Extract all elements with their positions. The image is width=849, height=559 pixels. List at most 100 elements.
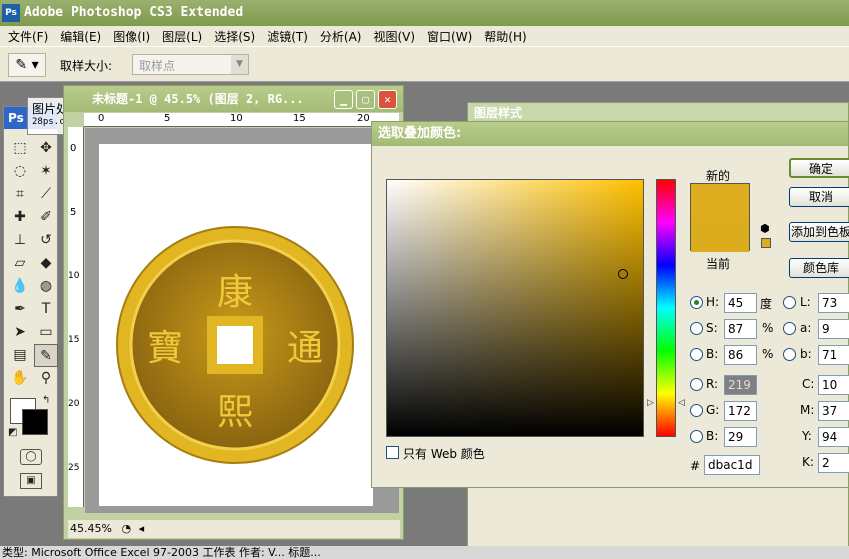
- web-colors-only-label: 只有 Web 颜色: [403, 447, 485, 461]
- options-bar: ✎ ▾ 取样大小: 取样点 ▼: [0, 46, 849, 82]
- scroll-left-icon[interactable]: ◂: [139, 522, 145, 535]
- menu-image[interactable]: 图像(I): [107, 28, 156, 45]
- menu-view[interactable]: 视图(V): [367, 28, 421, 45]
- ruler-tick-label: 20: [68, 399, 80, 409]
- path-selection-tool-icon[interactable]: ➤: [8, 321, 32, 344]
- close-button[interactable]: ✕: [378, 90, 397, 109]
- brush-tool-icon[interactable]: ✐: [34, 206, 58, 229]
- hue-radio[interactable]: [690, 296, 703, 309]
- green-label: G:: [706, 403, 720, 417]
- screen-mode-icon[interactable]: ▣: [20, 473, 42, 489]
- hex-input[interactable]: dbac1d: [704, 455, 760, 475]
- green-radio[interactable]: [690, 404, 703, 417]
- maximize-button[interactable]: ▢: [356, 90, 375, 109]
- sample-size-select[interactable]: 取样点 ▼: [132, 54, 249, 75]
- menu-layer[interactable]: 图层(L): [156, 28, 208, 45]
- menu-select[interactable]: 选择(S): [208, 28, 261, 45]
- color-libraries-button[interactable]: 颜色库: [789, 258, 849, 278]
- menu-window[interactable]: 窗口(W): [421, 28, 478, 45]
- red-radio[interactable]: [690, 378, 703, 391]
- zoom-tool-icon[interactable]: ⚲: [34, 367, 58, 390]
- lasso-tool-icon[interactable]: ◌: [8, 160, 32, 183]
- ruler-tick-label: 10: [68, 271, 80, 281]
- lab-a-radio[interactable]: [783, 322, 796, 335]
- magic-wand-tool-icon[interactable]: ✶: [34, 160, 58, 183]
- type-tool-icon[interactable]: T: [34, 298, 58, 321]
- saturation-radio[interactable]: [690, 322, 703, 335]
- menu-help[interactable]: 帮助(H): [478, 28, 532, 45]
- slice-tool-icon[interactable]: ⟋: [34, 183, 58, 206]
- healing-brush-tool-icon[interactable]: ✚: [8, 206, 32, 229]
- brightness-radio[interactable]: [690, 348, 703, 361]
- cyan-input[interactable]: 10: [818, 375, 849, 395]
- web-safe-swatch[interactable]: [761, 238, 771, 248]
- ruler-tick-label: 25: [68, 463, 80, 473]
- color-field-cursor[interactable]: [618, 269, 628, 279]
- pen-tool-icon[interactable]: ✒: [8, 298, 32, 321]
- hue-slider-right-arrow-icon[interactable]: ◁: [678, 398, 685, 408]
- hue-slider-left-arrow-icon[interactable]: ▷: [647, 398, 654, 408]
- eyedropper-tool-icon[interactable]: ✎: [34, 344, 58, 367]
- default-colors-icon[interactable]: ◩: [8, 427, 17, 438]
- lab-b-radio[interactable]: [783, 348, 796, 361]
- menu-filter[interactable]: 滤镜(T): [261, 28, 314, 45]
- add-to-swatches-button[interactable]: 添加到色板: [789, 222, 849, 242]
- move-tool-icon[interactable]: ✥: [34, 137, 58, 160]
- gamut-cube-icon[interactable]: ⬢: [760, 222, 770, 235]
- menu-file[interactable]: 文件(F): [2, 28, 54, 45]
- brightness-input[interactable]: 86: [724, 345, 757, 365]
- new-color-label: 新的: [706, 169, 731, 183]
- history-brush-tool-icon[interactable]: ↺: [34, 229, 58, 252]
- blur-tool-icon[interactable]: 💧: [8, 275, 32, 298]
- ruler-tick-label: 10: [230, 113, 243, 124]
- quick-mask-icon[interactable]: ◯: [20, 449, 42, 465]
- lab-l-input[interactable]: 73: [818, 293, 849, 313]
- yellow-input[interactable]: 94: [818, 427, 849, 447]
- coin-artwork: 康 熙 寶 通: [116, 226, 354, 464]
- ok-button[interactable]: 确定: [789, 158, 849, 178]
- ruler-tick-label: 15: [68, 335, 80, 345]
- green-input[interactable]: 172: [724, 401, 757, 421]
- eraser-tool-icon[interactable]: ▱: [8, 252, 32, 275]
- black-label: K:: [802, 455, 814, 469]
- lab-a-input[interactable]: 9: [818, 319, 849, 339]
- zoom-level[interactable]: 45.45%: [70, 522, 112, 535]
- black-input[interactable]: 2: [818, 453, 849, 473]
- status-info-icon[interactable]: ◔: [121, 522, 131, 535]
- menu-analysis[interactable]: 分析(A): [314, 28, 368, 45]
- notes-tool-icon[interactable]: ▤: [8, 344, 32, 367]
- eyedropper-tool-preset[interactable]: ✎ ▾: [8, 53, 46, 77]
- hue-slider[interactable]: [656, 179, 676, 437]
- current-color-label: 当前: [706, 257, 731, 271]
- background-color-swatch[interactable]: [22, 409, 48, 435]
- coin-char-left: 寶: [147, 328, 183, 369]
- dodge-tool-icon[interactable]: ◍: [34, 275, 58, 298]
- red-input[interactable]: 219: [724, 375, 757, 395]
- document-canvas[interactable]: 康 熙 寶 通: [99, 144, 373, 506]
- color-field[interactable]: [386, 179, 644, 437]
- swap-colors-icon[interactable]: ↰: [42, 395, 50, 406]
- lab-b-input[interactable]: 71: [818, 345, 849, 365]
- magenta-input[interactable]: 37: [818, 401, 849, 421]
- marquee-tool-icon[interactable]: ⬚: [8, 137, 32, 160]
- menu-edit[interactable]: 编辑(E): [54, 28, 107, 45]
- current-color-swatch[interactable]: [691, 218, 749, 252]
- shape-tool-icon[interactable]: ▭: [34, 321, 58, 344]
- cancel-button[interactable]: 取消: [789, 187, 849, 207]
- hand-tool-icon[interactable]: ✋: [8, 367, 32, 390]
- minimize-button[interactable]: ▁: [334, 90, 353, 109]
- lab-l-label: L:: [800, 295, 811, 309]
- lab-b-label: b:: [800, 347, 812, 361]
- web-colors-only-checkbox[interactable]: [386, 446, 399, 459]
- crop-tool-icon[interactable]: ⌗: [8, 183, 32, 206]
- canvas-area[interactable]: 康 熙 寶 通: [85, 128, 399, 513]
- blue-input[interactable]: 29: [724, 427, 757, 447]
- paint-bucket-tool-icon[interactable]: ◆: [34, 252, 58, 275]
- hue-input[interactable]: 45: [724, 293, 757, 313]
- clone-stamp-tool-icon[interactable]: ⊥: [8, 229, 32, 252]
- lab-l-radio[interactable]: [783, 296, 796, 309]
- saturation-input[interactable]: 87: [724, 319, 757, 339]
- coin-char-bottom: 熙: [217, 392, 253, 433]
- blue-radio[interactable]: [690, 430, 703, 443]
- ruler-tick-label: 0: [70, 143, 77, 154]
